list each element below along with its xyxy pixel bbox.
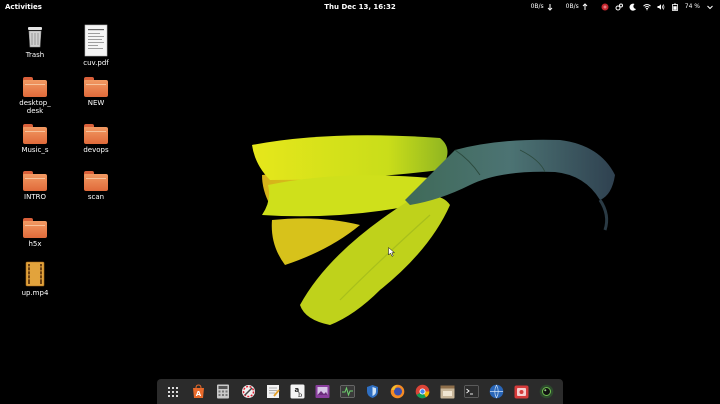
file-manager-icon: [440, 385, 455, 398]
desktop-icon-devops[interactable]: devops: [74, 124, 118, 154]
dock-image-viewer[interactable]: [314, 383, 331, 400]
dock-software-center[interactable]: A: [190, 383, 207, 400]
desktop-icon-label: INTRO: [24, 193, 46, 201]
image-viewer-icon: [315, 385, 330, 398]
desktop-icon-new[interactable]: NEW: [74, 77, 118, 107]
screenshot-icon: [514, 385, 529, 398]
network-icon: [490, 384, 504, 399]
folder-icon: [84, 77, 108, 97]
dictionary-icon: a b: [290, 384, 305, 399]
desktop-icon-up-mp4[interactable]: up.mp4: [13, 261, 57, 297]
dock-firefox[interactable]: [389, 383, 406, 400]
calculator-icon: [217, 384, 230, 399]
desktop-icon-label: cuv.pdf: [83, 59, 109, 67]
trash-icon: [28, 27, 42, 48]
folder-icon: [23, 218, 47, 238]
svg-text:b: b: [298, 391, 302, 399]
desktop-icon-intro[interactable]: INTRO: [13, 171, 57, 201]
firefox-icon: [390, 384, 405, 399]
chrome-icon: [415, 384, 429, 399]
dock-dictionary[interactable]: a b: [289, 383, 306, 400]
folder-icon: [23, 171, 47, 191]
desktop-icon-cuv-pdf[interactable]: cuv.pdf: [74, 24, 118, 67]
folder-icon: [23, 77, 47, 97]
dock-show-apps[interactable]: [165, 383, 182, 400]
software-center-icon: A: [192, 384, 204, 398]
settings-tweaks-icon: [241, 385, 255, 398]
dock: A a b: [157, 379, 563, 404]
text-editor-icon: [266, 385, 280, 398]
desktop-icon-trash[interactable]: Trash: [13, 25, 57, 59]
desktop-icon-label: devops: [83, 146, 109, 154]
show-apps-icon: [168, 386, 179, 397]
desktop-icon-h5x[interactable]: h5x: [13, 218, 57, 248]
dock-system-monitor[interactable]: [339, 383, 356, 400]
dock-screenshot[interactable]: [513, 383, 530, 400]
desktop-icon-label: up.mp4: [21, 289, 49, 297]
dock-network-app[interactable]: [488, 383, 505, 400]
desktop-icon-label: scan: [87, 193, 105, 201]
desktop-icon-label: Trash: [25, 51, 45, 59]
desktop-icon-scan[interactable]: scan: [74, 171, 118, 201]
desktop-icon-desktop-desk[interactable]: desktop_ desk: [13, 77, 57, 115]
folder-icon: [23, 124, 47, 144]
desktop-icon-label: h5x: [28, 240, 42, 248]
dock-text-editor[interactable]: [264, 383, 281, 400]
desktop-icon-label: NEW: [87, 99, 105, 107]
folder-icon: [84, 171, 108, 191]
terminal-icon: [464, 385, 480, 398]
camera-icon: [539, 384, 554, 399]
svg-text:A: A: [196, 390, 202, 398]
dock-chrome[interactable]: [414, 383, 431, 400]
system-monitor-icon: [340, 385, 355, 398]
mouse-cursor-icon: [388, 247, 396, 257]
desktop-icon-label: desktop_ desk: [19, 99, 51, 115]
dock-terminal[interactable]: [463, 383, 480, 400]
desktop-icon-label: Music_s: [21, 146, 49, 154]
dock-file-manager[interactable]: [439, 383, 456, 400]
shield-icon: [366, 385, 378, 398]
dock-calculator[interactable]: [215, 383, 232, 400]
video-file-icon: [25, 261, 45, 287]
desktop-icon-music-s[interactable]: Music_s: [13, 124, 57, 154]
folder-icon: [84, 124, 108, 144]
pdf-document-icon: [84, 24, 108, 57]
dock-camera[interactable]: [538, 383, 555, 400]
dock-shield-app[interactable]: [364, 383, 381, 400]
dock-tweaks[interactable]: [240, 383, 257, 400]
